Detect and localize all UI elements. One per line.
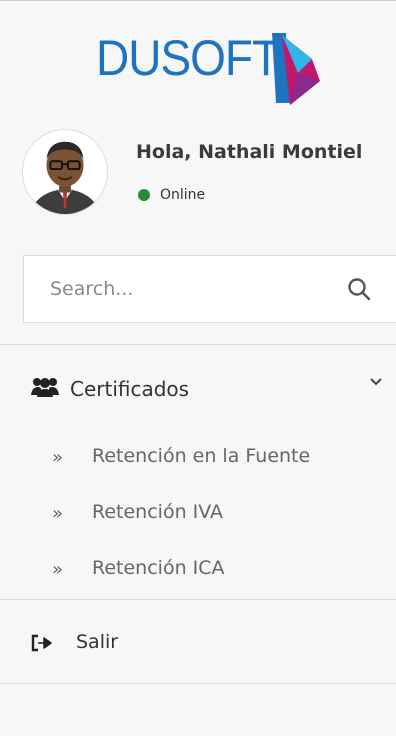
user-greeting: Hola, Nathali Montiel: [136, 141, 363, 163]
sidebar: DUSOFT Hola, Nathali Montiel Online Sear…: [0, 0, 396, 736]
user-status: Online: [138, 187, 205, 203]
sign-out-icon: [31, 634, 52, 652]
status-dot-icon: [138, 189, 150, 201]
submenu-item-label: Retención en la Fuente: [92, 445, 311, 467]
menu-section-certificados[interactable]: Certificados: [0, 367, 396, 409]
status-text: Online: [160, 187, 206, 203]
divider: [0, 344, 396, 345]
logo-text: DUSOFT: [96, 29, 280, 86]
logout-label: Salir: [76, 631, 119, 653]
submenu-item-label: Retención ICA: [92, 557, 225, 579]
avatar[interactable]: [22, 129, 108, 215]
brand-logo[interactable]: DUSOFT: [96, 29, 336, 109]
submenu-item-retencion-ica[interactable]: » Retención ICA: [0, 549, 396, 589]
user-avatar-icon: [23, 130, 107, 214]
double-angle-right-icon: »: [52, 447, 64, 468]
divider: [0, 599, 396, 600]
double-angle-right-icon: »: [52, 559, 64, 580]
users-icon: [31, 378, 59, 397]
search-icon[interactable]: [346, 276, 372, 302]
submenu-item-retencion-fuente[interactable]: » Retención en la Fuente: [0, 437, 396, 477]
submenu-item-retencion-iva[interactable]: » Retención IVA: [0, 493, 396, 533]
logo-mark-icon: [272, 33, 320, 105]
logout-link[interactable]: Salir: [0, 623, 396, 663]
search-input[interactable]: [24, 256, 324, 322]
search-form: [23, 255, 396, 323]
menu-section-label: Certificados: [70, 377, 190, 401]
submenu-item-label: Retención IVA: [92, 501, 224, 523]
chevron-down-icon[interactable]: [368, 373, 384, 389]
divider: [0, 683, 396, 684]
double-angle-right-icon: »: [52, 503, 64, 524]
